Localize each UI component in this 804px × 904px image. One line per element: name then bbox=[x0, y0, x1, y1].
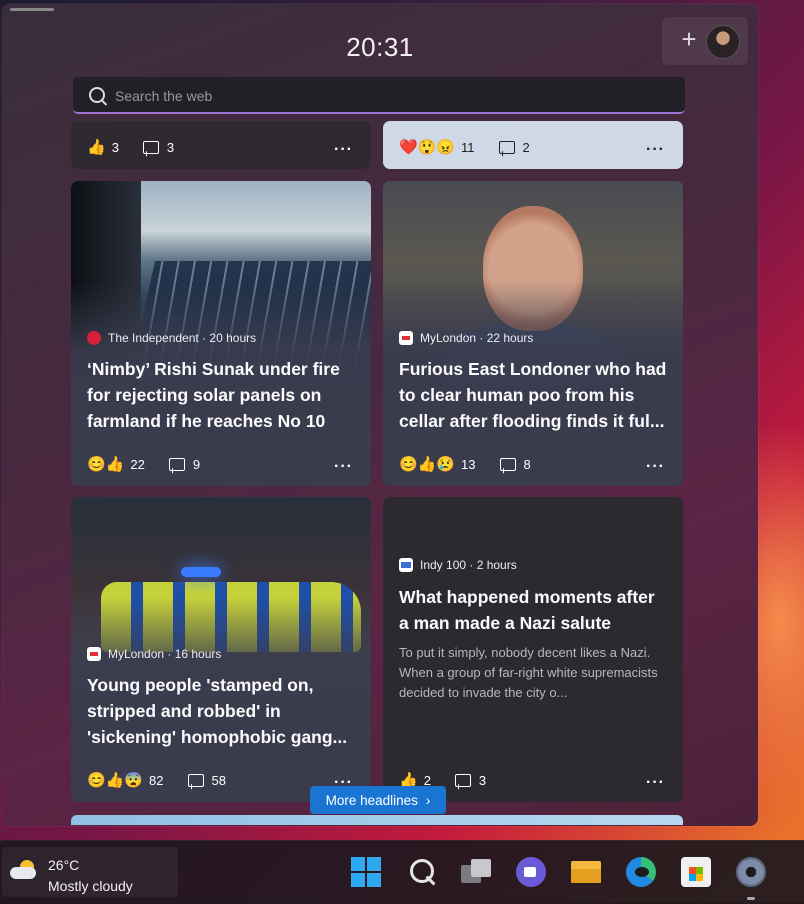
chevron-right-icon: › bbox=[425, 792, 431, 808]
mylondon-logo-icon bbox=[87, 647, 101, 661]
search-icon[interactable] bbox=[408, 857, 438, 887]
edge-browser-icon[interactable] bbox=[626, 857, 656, 887]
comment-icon[interactable] bbox=[168, 458, 185, 471]
news-source: MyLondon · 16 hours bbox=[87, 647, 221, 661]
independent-logo-icon bbox=[87, 331, 101, 345]
next-card-peek bbox=[71, 815, 683, 825]
headline[interactable]: Furious East Londoner who had to clear h… bbox=[399, 356, 669, 434]
file-explorer-icon[interactable] bbox=[571, 857, 601, 887]
comment-count: 9 bbox=[192, 457, 201, 472]
weather-condition: Mostly cloudy bbox=[48, 878, 133, 894]
summary: To put it simply, nobody decent likes a … bbox=[399, 645, 658, 700]
card-reactions: 😊👍😢 13 8 bbox=[399, 457, 531, 472]
settings-icon[interactable] bbox=[736, 857, 766, 887]
windows-start-icon[interactable] bbox=[351, 857, 381, 887]
search-icon bbox=[89, 87, 105, 103]
card-reactions: 👍 3 3 bbox=[87, 140, 174, 155]
source-label: Indy 100 · 2 hours bbox=[420, 558, 517, 572]
more-options-icon[interactable]: ··· bbox=[334, 459, 353, 475]
news-card[interactable]: MyLondon · 22 hours Furious East Londone… bbox=[383, 181, 683, 486]
cloudy-weather-icon bbox=[10, 860, 36, 880]
avatar[interactable] bbox=[706, 25, 740, 59]
more-options-icon[interactable]: ··· bbox=[646, 459, 665, 475]
source-label: The Independent · 20 hours bbox=[108, 331, 257, 345]
reaction-icons[interactable]: 👍 bbox=[87, 140, 106, 155]
teams-chat-icon[interactable] bbox=[516, 857, 546, 887]
card-reactions: 😊👍 22 9 bbox=[87, 457, 200, 472]
comment-count: 3 bbox=[478, 773, 487, 788]
comment-icon[interactable] bbox=[142, 141, 159, 154]
news-card[interactable]: The Independent · 20 hours ‘Nimby’ Rishi… bbox=[71, 181, 371, 486]
weather-widget[interactable]: 26°C Mostly cloudy bbox=[2, 847, 178, 897]
news-source: The Independent · 20 hours bbox=[87, 331, 256, 345]
reaction-icons[interactable]: ❤️😲😠 bbox=[399, 140, 455, 155]
comment-icon[interactable] bbox=[187, 774, 204, 787]
more-options-icon[interactable]: ··· bbox=[646, 142, 665, 158]
mylondon-logo-icon bbox=[399, 331, 413, 345]
more-headlines-button[interactable]: More headlines › bbox=[310, 786, 446, 814]
more-options-icon[interactable]: ··· bbox=[646, 775, 665, 791]
headline[interactable]: ‘Nimby’ Rishi Sunak under fire for rejec… bbox=[87, 356, 357, 434]
indy100-logo-icon bbox=[399, 558, 413, 572]
reaction-count: 11 bbox=[461, 140, 475, 155]
comment-count: 8 bbox=[523, 457, 531, 472]
card-reactions: 😊👍😨 82 58 bbox=[87, 773, 226, 788]
headline[interactable]: Young people 'stamped on, stripped and r… bbox=[87, 672, 357, 750]
reaction-count: 22 bbox=[130, 457, 145, 472]
more-options-icon[interactable]: ··· bbox=[334, 142, 353, 158]
reaction-icons[interactable]: 😊👍😢 bbox=[399, 457, 455, 472]
panel-grip bbox=[10, 8, 54, 11]
search-input[interactable] bbox=[113, 85, 657, 107]
search-bar[interactable] bbox=[73, 77, 685, 114]
news-source: MyLondon · 22 hours bbox=[399, 331, 533, 345]
weather-temperature: 26°C bbox=[48, 857, 80, 873]
comment-icon[interactable] bbox=[498, 141, 515, 154]
comment-count: 3 bbox=[166, 140, 175, 155]
comment-icon[interactable] bbox=[499, 458, 516, 471]
more-headlines-label: More headlines bbox=[325, 792, 418, 808]
active-app-indicator bbox=[747, 897, 755, 900]
source-label: MyLondon · 22 hours bbox=[420, 331, 534, 345]
news-card[interactable]: Indy 100 · 2 hours What happened moments… bbox=[383, 497, 683, 802]
comment-count: 58 bbox=[211, 773, 226, 788]
panel-actions: + bbox=[662, 17, 748, 65]
news-card-stub[interactable]: 👍 3 3 ··· bbox=[71, 121, 371, 169]
microsoft-store-icon[interactable] bbox=[681, 857, 711, 887]
news-card-stub[interactable]: ❤️😲😠 11 2 ··· bbox=[383, 121, 683, 169]
taskbar: 26°C Mostly cloudy bbox=[0, 840, 804, 904]
reaction-count: 13 bbox=[461, 457, 476, 472]
headline[interactable]: What happened moments after a man made a… bbox=[399, 584, 669, 636]
reaction-count: 82 bbox=[149, 773, 164, 788]
reaction-icons[interactable]: 😊👍😨 bbox=[87, 773, 143, 788]
news-card[interactable]: MyLondon · 16 hours Young people 'stampe… bbox=[71, 497, 371, 802]
clock: 20:31 bbox=[346, 32, 414, 62]
news-source: Indy 100 · 2 hours bbox=[399, 558, 517, 572]
task-view-icon[interactable] bbox=[461, 857, 491, 887]
reaction-icons[interactable]: 😊👍 bbox=[87, 457, 124, 472]
source-label: MyLondon · 16 hours bbox=[108, 647, 222, 661]
card-reactions: ❤️😲😠 11 2 bbox=[399, 140, 530, 155]
reaction-count: 3 bbox=[111, 140, 119, 155]
add-widget-button[interactable]: + bbox=[674, 25, 704, 55]
comment-icon[interactable] bbox=[454, 774, 471, 787]
comment-count: 2 bbox=[522, 140, 530, 155]
